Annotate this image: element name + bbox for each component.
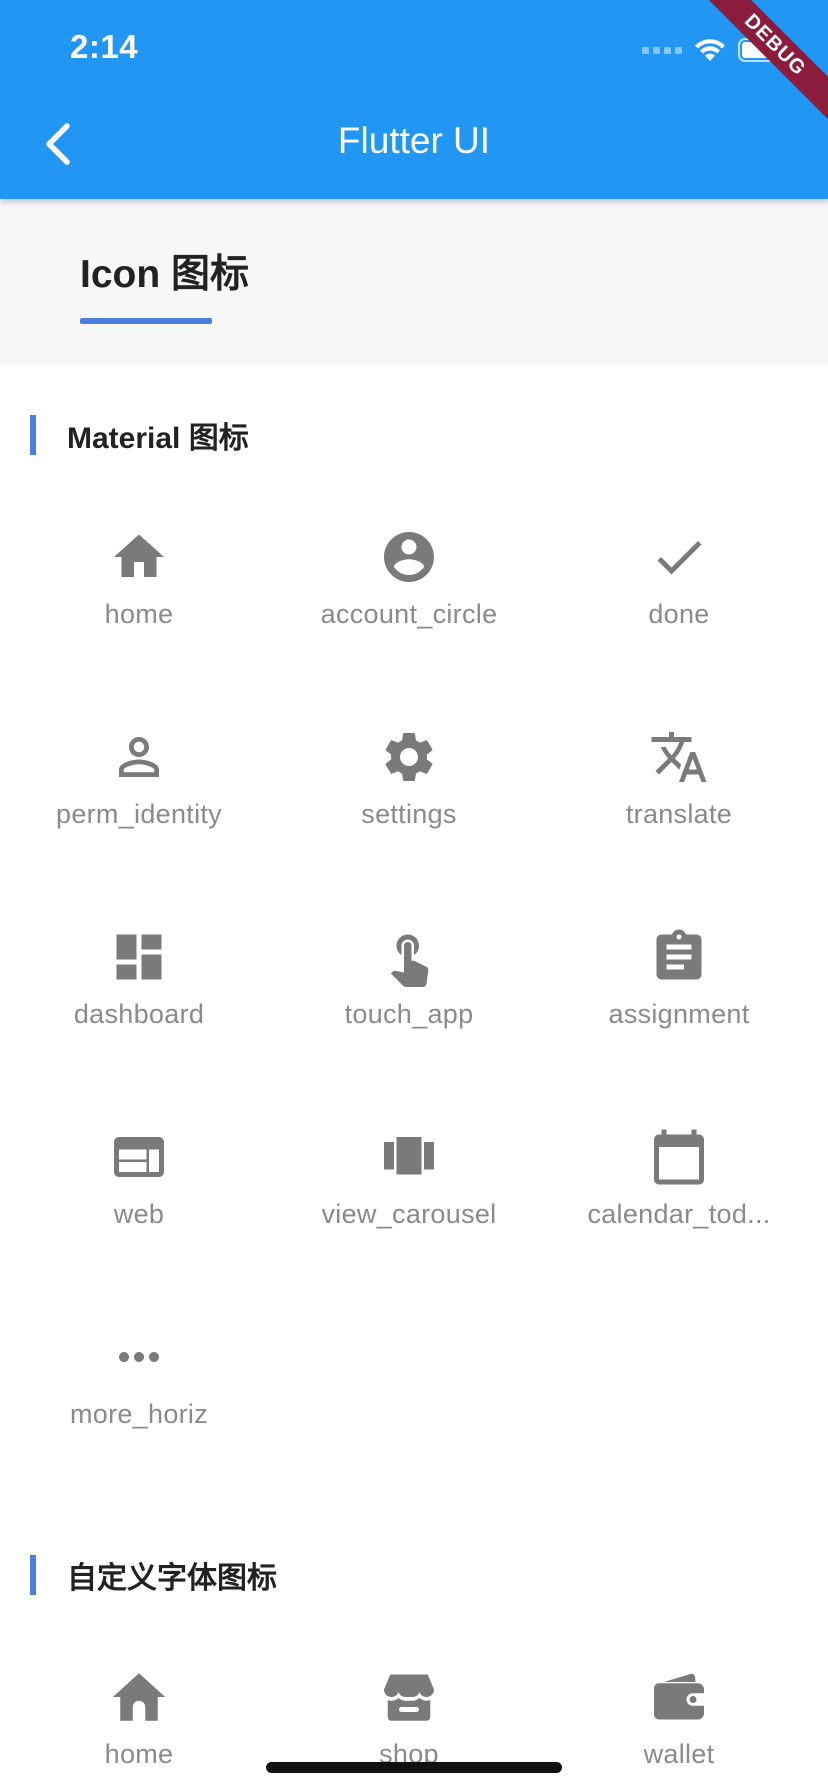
- icon-item-web[interactable]: web: [1, 1127, 277, 1287]
- icon-label: done: [648, 599, 710, 629]
- check-icon: [657, 541, 702, 575]
- icon-label: home: [104, 599, 174, 629]
- custom-icon-item-shop[interactable]: shop: [271, 1667, 547, 1792]
- icon-label: home: [104, 1739, 174, 1769]
- icon-item-perm-identity[interactable]: perm_identity: [1, 727, 277, 887]
- icon-item-calendar-today[interactable]: calendar_tod...: [541, 1127, 817, 1287]
- page-title: Flutter UI: [337, 120, 491, 161]
- icon-item-translate[interactable]: translate: [541, 727, 817, 887]
- section-title: Material 图标: [67, 422, 249, 455]
- home-icon: [114, 534, 164, 577]
- icon-label: account_circle: [320, 599, 498, 629]
- icon-item-assignment[interactable]: assignment: [541, 927, 817, 1087]
- icon-label: web: [113, 1199, 165, 1229]
- icon-item-view-carousel[interactable]: view_carousel: [271, 1127, 547, 1287]
- icon-label: assignment: [608, 999, 750, 1029]
- icon-label: touch_app: [344, 999, 474, 1029]
- icon-label: more_horiz: [69, 1399, 209, 1429]
- web-icon: [114, 1137, 164, 1177]
- section-accent-bar: [30, 1555, 36, 1595]
- icon-item-settings[interactable]: settings: [271, 727, 547, 887]
- icon-label: calendar_tod...: [587, 1199, 771, 1229]
- more-horizontal-icon: [119, 1352, 159, 1362]
- icon-label: settings: [361, 799, 457, 829]
- person-outline-icon: [119, 737, 159, 777]
- icon-item-account-circle[interactable]: account_circle: [271, 527, 547, 687]
- section-title: 自定义字体图标: [67, 1562, 277, 1595]
- icon-item-touch-app[interactable]: touch_app: [271, 927, 547, 1087]
- tab-bar: Icon 图标: [0, 199, 828, 365]
- icon-label: dashboard: [73, 999, 205, 1029]
- app-bar: 2:14 Flutter UI: [0, 0, 828, 199]
- section-header-material: Material 图标: [30, 415, 249, 455]
- home-icon: [112, 1673, 166, 1721]
- icon-item-dashboard[interactable]: dashboard: [1, 927, 277, 1087]
- icon-label: view_carousel: [321, 1199, 497, 1229]
- custom-icon-item-home[interactable]: home: [1, 1667, 277, 1792]
- section-accent-bar: [30, 415, 36, 455]
- clipboard-icon: [656, 929, 702, 980]
- calendar-icon: [654, 1129, 704, 1185]
- wallet-icon: [654, 1673, 704, 1720]
- section-header-custom: 自定义字体图标: [30, 1555, 277, 1595]
- icon-item-done[interactable]: done: [541, 527, 817, 687]
- icon-item-more-horiz[interactable]: more_horiz: [1, 1327, 277, 1487]
- screen: 2:14 Flutter UI DEBUG Icon 图标 Material 图…: [0, 0, 828, 1792]
- icon-item-home[interactable]: home: [1, 527, 277, 687]
- icon-label: perm_identity: [56, 799, 222, 829]
- wifi-icon: [694, 37, 726, 63]
- icon-label: translate: [625, 799, 733, 829]
- status-time: 2:14: [70, 28, 139, 65]
- tab-icon[interactable]: Icon 图标: [80, 243, 249, 299]
- tab-indicator: [80, 318, 212, 324]
- home-indicator: [266, 1762, 562, 1773]
- gear-icon: [385, 733, 433, 781]
- icon-label: wallet: [643, 1739, 715, 1769]
- dashboard-icon: [116, 934, 162, 980]
- carousel-icon: [384, 1137, 434, 1175]
- touch-app-icon: [390, 934, 429, 987]
- translate-icon: [651, 732, 707, 782]
- custom-icon-item-wallet[interactable]: wallet: [541, 1667, 817, 1792]
- signal-icon: [642, 46, 682, 54]
- account-circle-icon: [384, 532, 434, 582]
- shop-icon: [384, 1674, 434, 1721]
